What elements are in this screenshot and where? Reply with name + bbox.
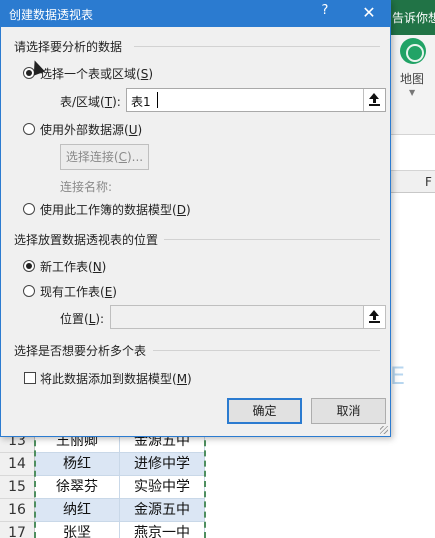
cell-school[interactable]: 燕京一中 [120,522,205,538]
location-input[interactable] [110,305,386,329]
location-field-label: 位置(L): [60,312,105,326]
cancel-button[interactable]: 取消 [311,398,386,424]
table-row: 17 张坚 燕京一中 [0,522,435,538]
row-number[interactable]: 17 [0,522,35,538]
range-input-value: 表1 [131,95,151,109]
option-table-range-label[interactable]: 选择一个表或区域(S) [40,65,153,82]
ribbon-tab-bar: 告诉你想要做 [390,0,435,35]
connection-name-label: 连接名称: [60,180,113,194]
table-row: 16 纳红 金源五中 [0,499,435,522]
add-to-data-model-checkbox[interactable] [24,372,36,384]
radio-data-model[interactable] [23,203,35,215]
cell-name[interactable]: 纳红 [35,499,120,522]
close-button[interactable]: ✕ [358,1,380,25]
formula-bar-area [390,135,435,171]
text-caret [157,92,158,108]
radio-external-source[interactable] [23,123,35,135]
section-placement-label: 选择放置数据透视表的位置 [14,233,159,247]
radio-new-sheet[interactable] [23,260,35,272]
range-input[interactable]: 表1 [126,88,386,112]
collapse-range-button[interactable] [363,89,385,111]
row-number[interactable]: 16 [0,499,35,522]
dialog-title: 创建数据透视表 [9,8,94,22]
dialog-title-bar[interactable]: 创建数据透视表 ? ✕ [1,1,390,27]
cell-school[interactable]: 进修中学 [120,453,205,476]
option-external-source-label[interactable]: 使用外部数据源(U) [40,121,142,138]
table-row: 14 杨红 进修中学 [0,453,435,476]
add-to-data-model-label[interactable]: 将此数据添加到数据模型(M) [40,370,192,387]
row-number[interactable]: 14 [0,453,35,476]
resize-grip-icon[interactable] [378,424,390,436]
column-header-f[interactable]: F [425,175,432,189]
section-divider [153,350,380,351]
section-select-data-label: 请选择要分析的数据 [14,40,123,54]
option-data-model-label[interactable]: 使用此工作簿的数据模型(D) [40,201,191,218]
map-button-label[interactable]: 地图 [400,70,424,87]
table-row: 15 徐翠芬 实验中学 [0,476,435,499]
chevron-down-icon[interactable]: ▼ [409,88,415,97]
worksheet-rows: 13 王丽卿 金源五中 14 杨红 进修中学 15 徐翠芬 实验中学 16 纳红… [0,430,435,538]
cell-school[interactable]: 实验中学 [120,476,205,499]
section-multiple-tables-label: 选择是否想要分析多个表 [14,344,147,358]
selection-border-left [34,430,36,538]
tell-me-search[interactable]: 告诉你想要做 [392,9,435,26]
create-pivot-table-dialog: 创建数据透视表 ? ✕ 请选择要分析的数据 选择一个表或区域(S) 表/区域(T… [0,0,391,437]
range-field-label: 表/区域(T): [60,95,121,109]
radio-existing-sheet[interactable] [23,285,35,297]
collapse-location-button[interactable] [363,306,385,328]
row-number[interactable]: 15 [0,476,35,499]
option-new-sheet-label[interactable]: 新工作表(N) [40,258,106,275]
cell-school[interactable]: 金源五中 [120,499,205,522]
cell-name[interactable]: 杨红 [35,453,120,476]
map-icon[interactable] [400,38,426,64]
section-divider [134,46,380,47]
watermark-text: E [390,362,406,390]
cell-name[interactable]: 徐翠芬 [35,476,120,499]
choose-connection-button[interactable]: 选择连接(C)... [60,144,149,170]
cell-name[interactable]: 张坚 [35,522,120,538]
section-divider [164,239,380,240]
selection-border-right [204,430,206,538]
option-existing-sheet-label[interactable]: 现有工作表(E) [40,283,117,300]
ok-button[interactable]: 确定 [227,398,302,424]
help-button[interactable]: ? [317,3,333,23]
